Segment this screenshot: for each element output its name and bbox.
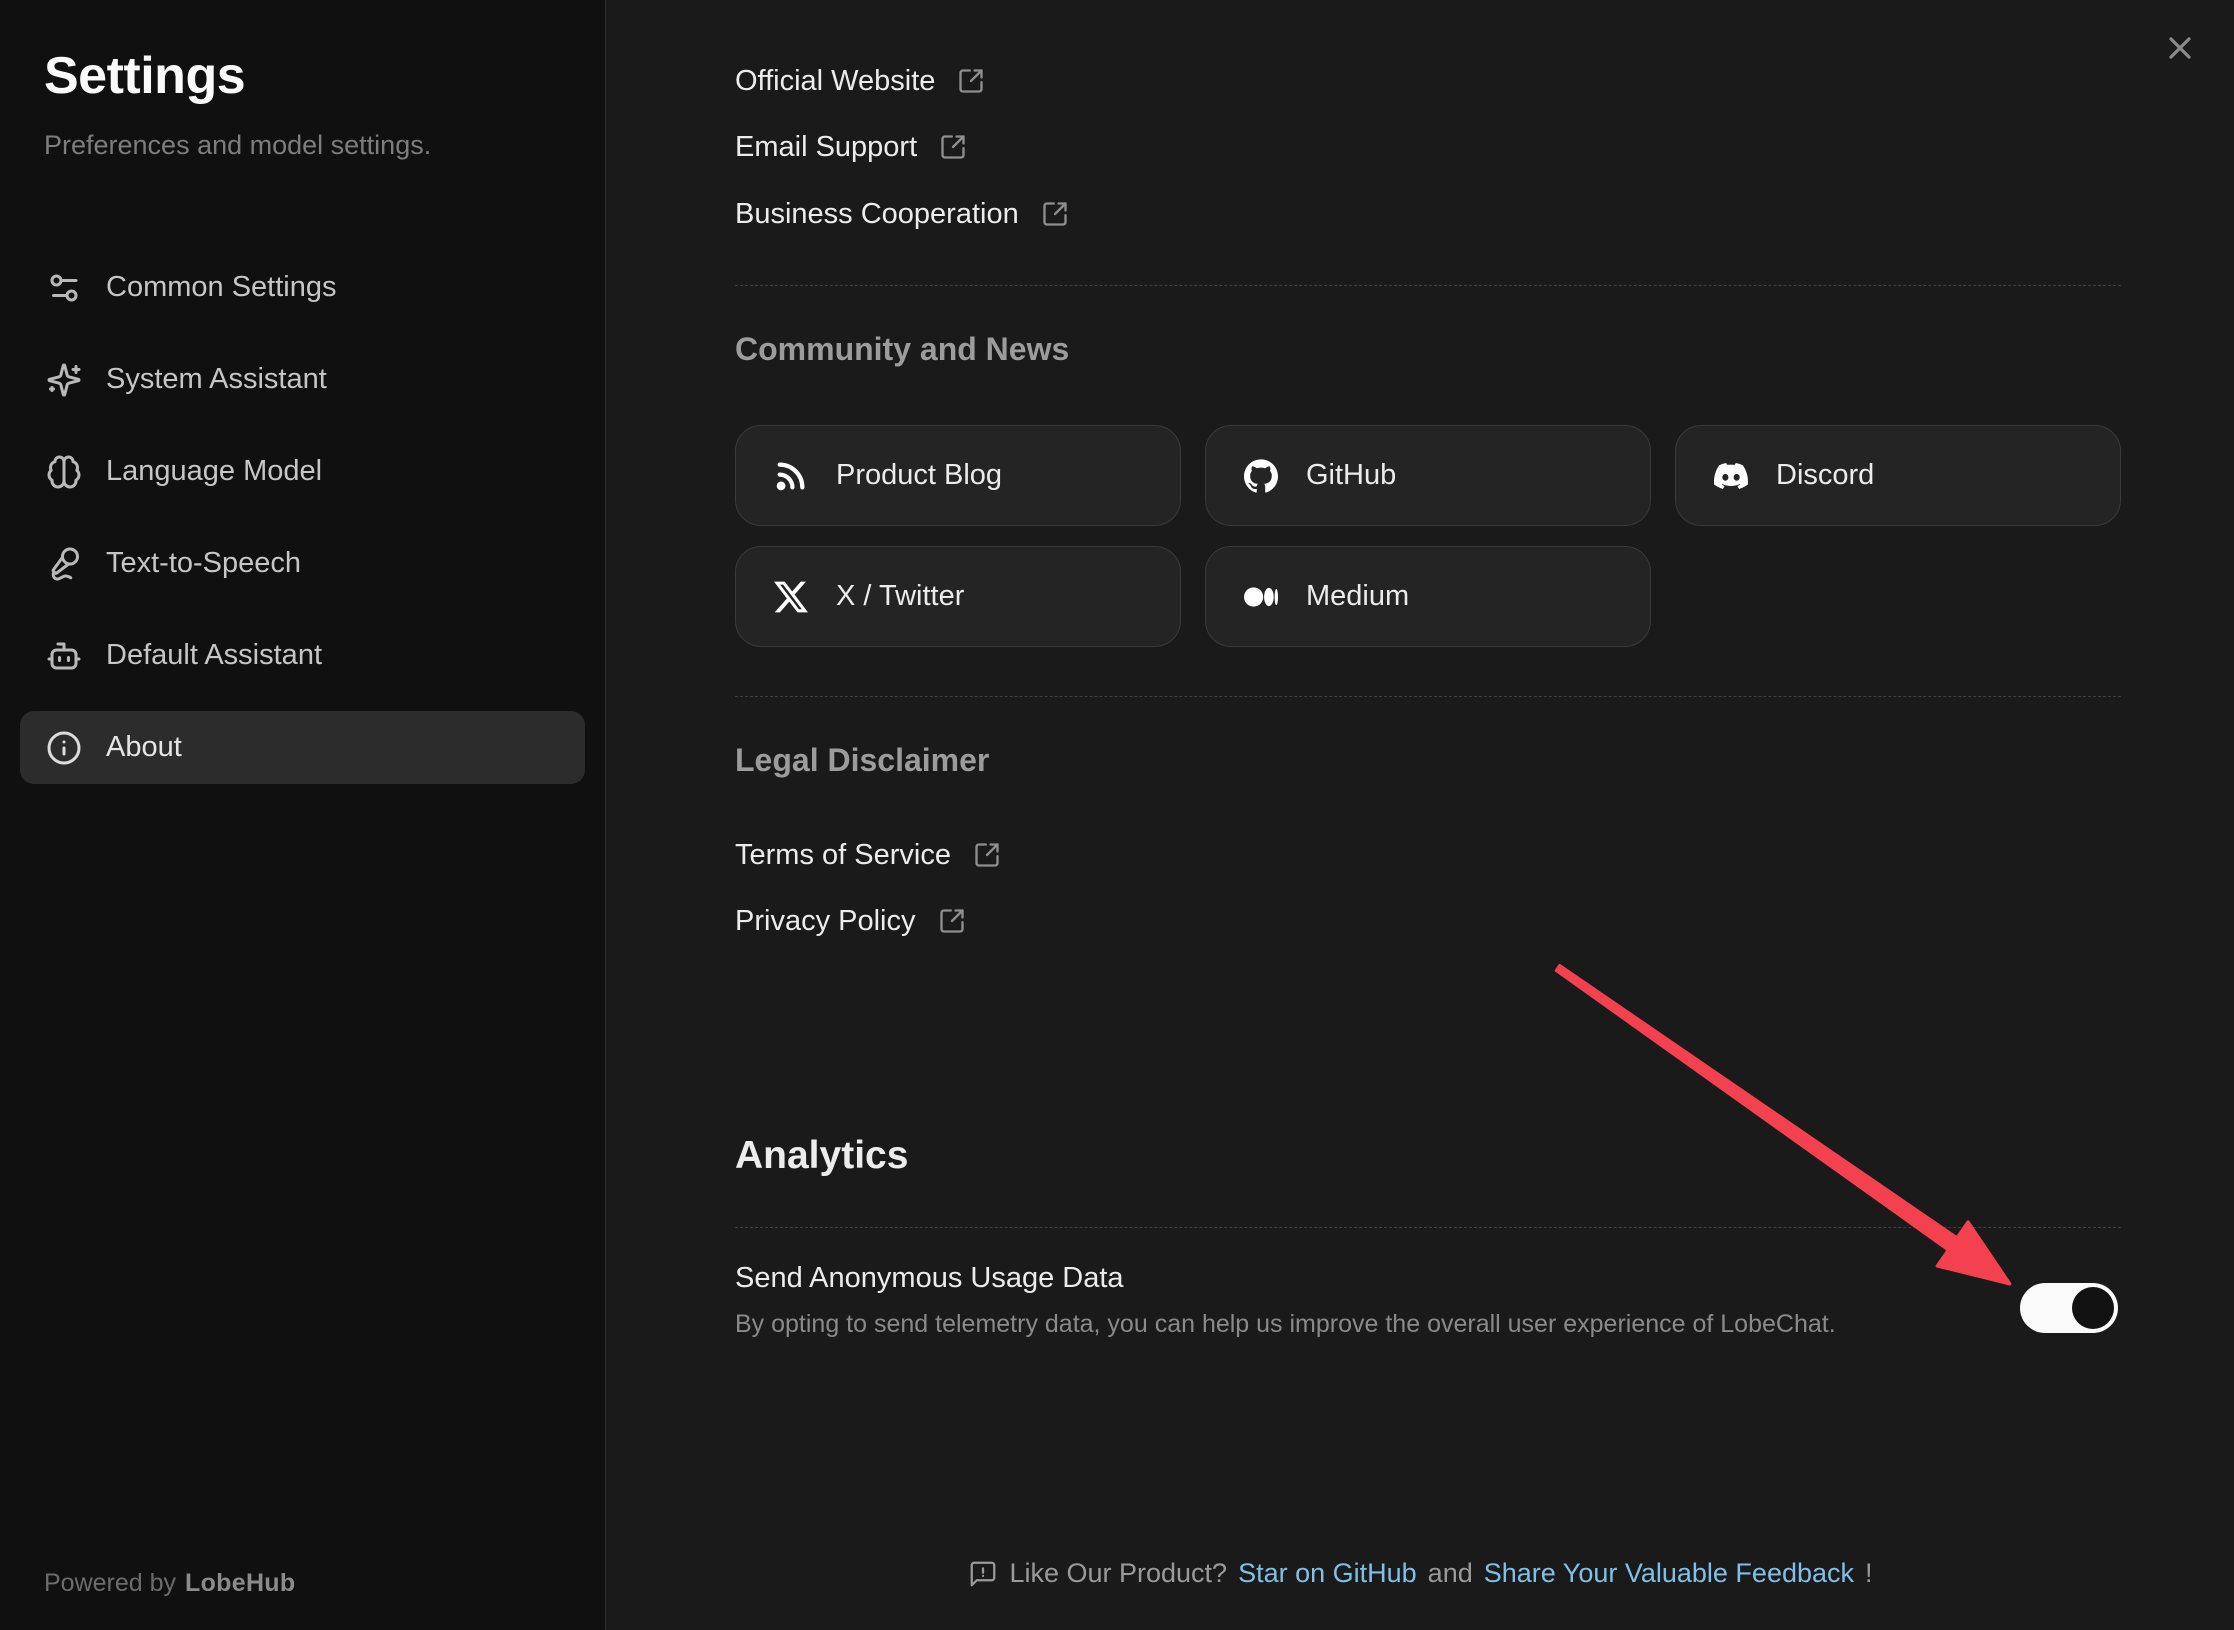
link-label: Email Support xyxy=(735,131,917,164)
footer-text: ! xyxy=(1865,1558,1873,1589)
link-label: Official Website xyxy=(735,65,935,98)
about-settings-panel: Contact Us Official Website Email Suppor… xyxy=(607,0,2234,1630)
star-on-github-link[interactable]: Star on GitHub xyxy=(1238,1558,1417,1589)
business-cooperation-link[interactable]: Business Cooperation xyxy=(735,191,1069,237)
page-subtitle: Preferences and model settings. xyxy=(44,130,561,161)
send-usage-data-label: Send Anonymous Usage Data xyxy=(735,1262,2121,1295)
sidebar-item-label: System Assistant xyxy=(106,363,327,396)
sidebar-item-label: Default Assistant xyxy=(106,639,322,672)
sidebar-item-about[interactable]: About xyxy=(20,711,585,784)
email-support-link[interactable]: Email Support xyxy=(735,124,967,170)
discord-button[interactable]: Discord xyxy=(1675,425,2121,526)
link-label: Terms of Service xyxy=(735,839,951,872)
analytics-heading: Analytics xyxy=(735,1134,2121,1178)
info-icon xyxy=(46,730,82,766)
page-title: Settings xyxy=(44,46,561,106)
terms-of-service-link[interactable]: Terms of Service xyxy=(735,832,1001,878)
external-link-icon xyxy=(957,67,985,95)
settings-sidebar: Settings Preferences and model settings.… xyxy=(0,0,606,1630)
sidebar-item-label: About xyxy=(106,731,182,764)
send-usage-data-description: By opting to send telemetry data, you ca… xyxy=(735,1310,2015,1339)
link-label: Privacy Policy xyxy=(735,905,916,938)
github-icon xyxy=(1244,459,1278,493)
legal-heading: Legal Disclaimer xyxy=(735,742,2121,779)
link-label: Business Cooperation xyxy=(735,198,1019,231)
sidebar-item-system-assistant[interactable]: System Assistant xyxy=(20,343,585,416)
footer-text: and xyxy=(1428,1558,1473,1589)
community-heading: Community and News xyxy=(735,331,2121,368)
github-button[interactable]: GitHub xyxy=(1205,425,1651,526)
sidebar-item-label: Text-to-Speech xyxy=(106,547,301,580)
discord-icon xyxy=(1714,459,1748,493)
x-twitter-button[interactable]: X / Twitter xyxy=(735,546,1181,647)
external-link-icon xyxy=(938,907,966,935)
product-blog-button[interactable]: Product Blog xyxy=(735,425,1181,526)
feedback-footer: Like Our Product? Star on GitHub and Sha… xyxy=(607,1558,2234,1589)
toggle-knob xyxy=(2072,1287,2114,1329)
rss-icon xyxy=(774,459,808,493)
sidebar-item-label: Language Model xyxy=(106,455,322,488)
button-label: X / Twitter xyxy=(836,580,964,613)
sparkles-icon xyxy=(46,362,82,398)
sidebar-item-text-to-speech[interactable]: Text-to-Speech xyxy=(20,527,585,600)
sidebar-item-language-model[interactable]: Language Model xyxy=(20,435,585,508)
contact-us-heading: Contact Us xyxy=(735,0,2121,7)
medium-icon xyxy=(1244,580,1278,614)
button-label: Discord xyxy=(1776,459,1874,492)
footer-text: Like Our Product? xyxy=(1009,1558,1227,1589)
section-divider xyxy=(735,696,2121,697)
mic-icon xyxy=(46,546,82,582)
powered-by-label: Powered by xyxy=(44,1569,176,1597)
button-label: Medium xyxy=(1306,580,1409,613)
sidebar-nav: Common Settings System Assistant Languag… xyxy=(0,251,605,784)
share-feedback-link[interactable]: Share Your Valuable Feedback xyxy=(1484,1558,1854,1589)
sidebar-item-default-assistant[interactable]: Default Assistant xyxy=(20,619,585,692)
community-buttons: Product Blog GitHub Discord X / Twitter … xyxy=(735,425,2121,647)
sidebar-header: Settings Preferences and model settings. xyxy=(0,0,605,161)
lobehub-brand: LobeHub xyxy=(185,1569,295,1597)
medium-button[interactable]: Medium xyxy=(1205,546,1651,647)
close-button[interactable] xyxy=(2162,30,2198,66)
official-website-link[interactable]: Official Website xyxy=(735,58,985,104)
x-logo-icon xyxy=(774,580,808,614)
section-divider xyxy=(735,1227,2121,1228)
privacy-policy-link[interactable]: Privacy Policy xyxy=(735,898,966,944)
brain-icon xyxy=(46,454,82,490)
sidebar-item-label: Common Settings xyxy=(106,271,337,304)
external-link-icon xyxy=(1041,200,1069,228)
sliders-icon xyxy=(46,270,82,306)
button-label: GitHub xyxy=(1306,459,1396,492)
send-usage-data-toggle[interactable] xyxy=(2020,1283,2118,1333)
bot-icon xyxy=(46,638,82,674)
section-divider xyxy=(735,285,2121,286)
button-label: Product Blog xyxy=(836,459,1002,492)
external-link-icon xyxy=(939,133,967,161)
sidebar-item-common-settings[interactable]: Common Settings xyxy=(20,251,585,324)
message-square-icon xyxy=(968,1559,998,1589)
external-link-icon xyxy=(973,841,1001,869)
close-icon xyxy=(2162,30,2198,66)
powered-by: Powered by LobeHub xyxy=(44,1569,295,1598)
